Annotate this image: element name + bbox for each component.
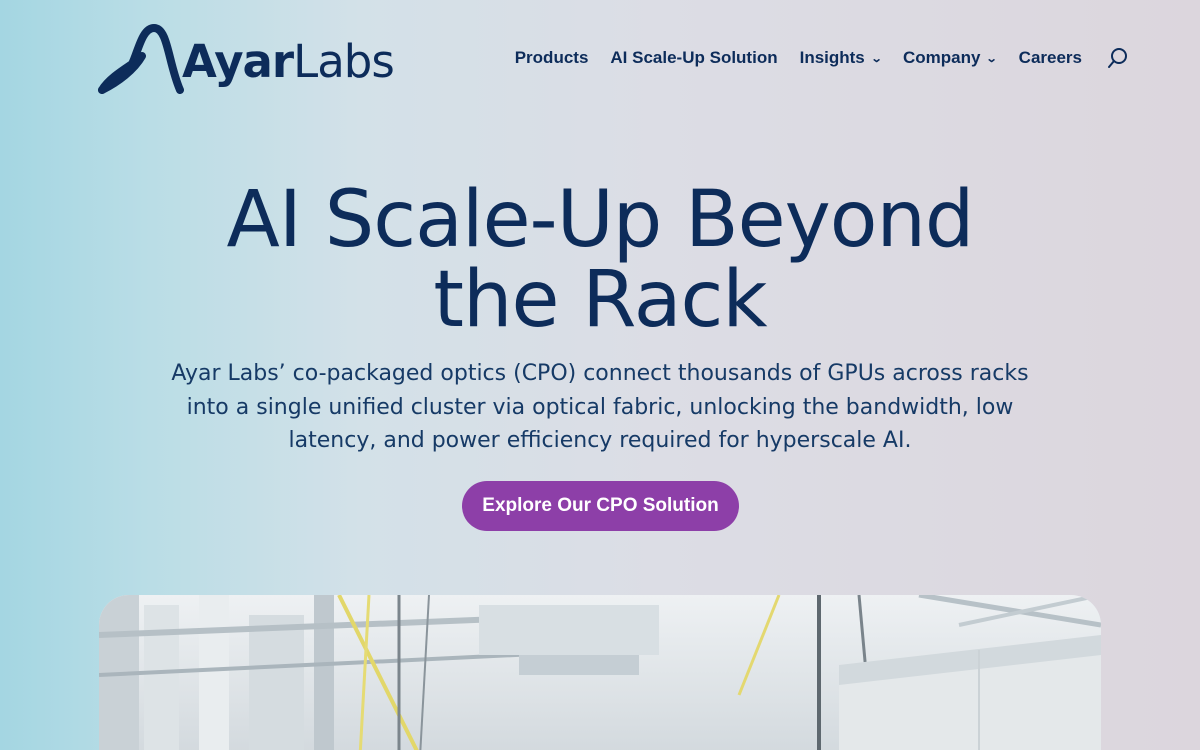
nav-label: Products: [514, 48, 589, 67]
search-button[interactable]: [1106, 46, 1130, 70]
hero-title: AI Scale-Up Beyond the Rack: [100, 180, 1100, 340]
hero-subtitle: Ayar Labs’ co-packaged optics (CPO) conn…: [171, 361, 1029, 453]
site-header: AyarLabs Products AI Scale-Up Solution I…: [0, 0, 1200, 120]
main-nav: Products AI Scale-Up Solution Insights ⌄…: [515, 46, 1130, 70]
nav-label: AI Scale-Up Solution: [610, 48, 778, 67]
nav-item-products[interactable]: Products: [515, 46, 589, 70]
brand-name: AyarLabs: [182, 34, 395, 88]
hero-title-line2: the Rack: [433, 255, 767, 345]
search-icon: [1108, 48, 1127, 68]
nav-item-ai-scale-up-solution[interactable]: AI Scale-Up Solution: [610, 46, 777, 70]
brand-name-part1: Ayar: [182, 34, 294, 88]
nav-label: Insights: [799, 48, 865, 67]
data-center-server-racks-photo: [99, 595, 1101, 750]
explore-cpo-solution-button[interactable]: Explore Our CPO Solution: [462, 481, 739, 531]
chevron-down-icon: ⌄: [870, 52, 883, 65]
nav-item-careers[interactable]: Careers: [1019, 46, 1082, 70]
brand-name-part2: Labs: [293, 34, 395, 88]
chevron-down-icon: ⌄: [986, 52, 999, 65]
nav-label: Company: [902, 48, 981, 67]
data-center-illustration: [99, 595, 1101, 750]
nav-item-company[interactable]: Company ⌄: [902, 46, 999, 70]
nav-label: Careers: [1018, 48, 1082, 67]
brand-logo[interactable]: AyarLabs: [98, 22, 395, 94]
ayar-labs-wave-logo-icon: [98, 24, 184, 94]
nav-item-insights[interactable]: Insights ⌄: [799, 46, 883, 70]
hero-title-line1: AI Scale-Up Beyond: [226, 175, 975, 265]
